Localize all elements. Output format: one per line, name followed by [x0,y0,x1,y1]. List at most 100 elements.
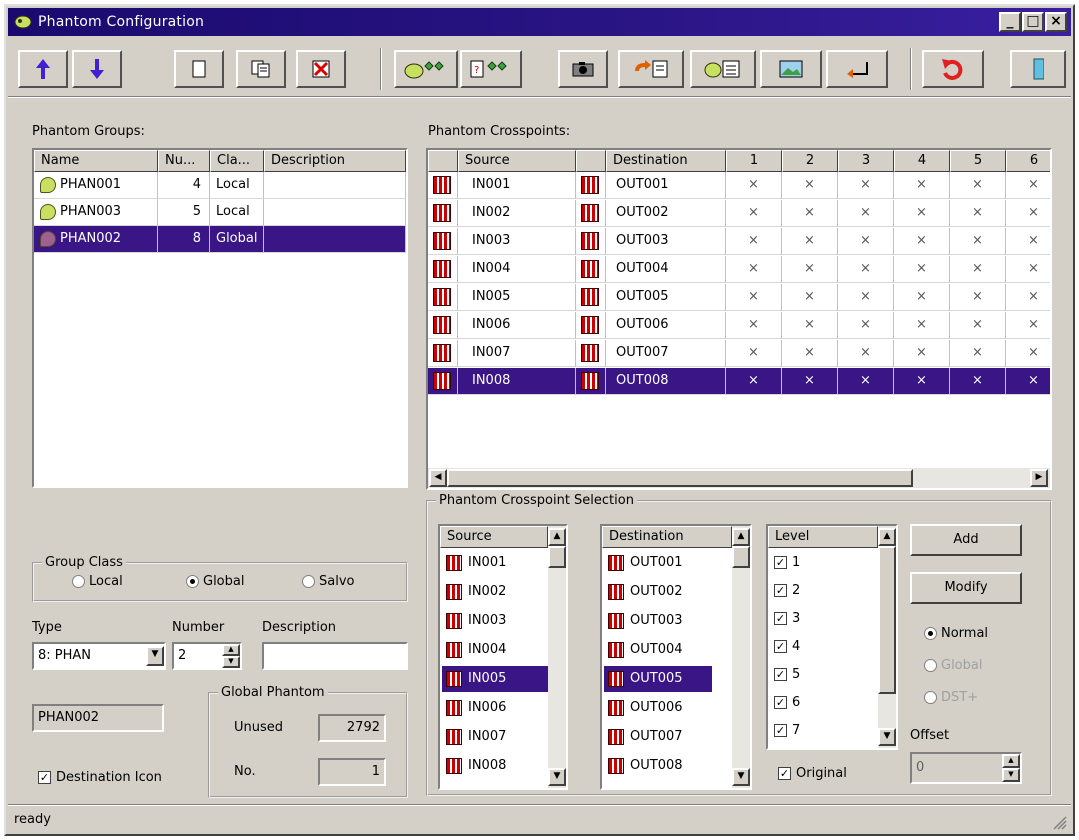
maximize-button[interactable]: □ [1022,12,1044,32]
level-mark-cell[interactable]: × [838,256,894,283]
level-mark-cell[interactable]: × [950,228,1006,255]
destination-list-item[interactable]: OUT001 [604,550,712,576]
crosspoint-row[interactable]: IN001 OUT001 × × × × × × [428,172,1050,199]
destination-list[interactable]: Destination OUT001 OUT002 OUT003 OUT004 OUT0… [600,524,752,790]
level-list-item[interactable]: ✓ 3 [770,606,876,632]
level-list-scrollbar[interactable]: ▲ ▼ [878,526,896,748]
level-mark-cell[interactable]: × [726,368,782,395]
exit-button[interactable] [1010,50,1066,88]
level-list-item[interactable]: ✓ 5 [770,662,876,688]
destination-list-scrollbar[interactable]: ▲ ▼ [732,526,750,788]
level-mark-cell[interactable]: × [782,228,838,255]
source-list-item[interactable]: IN001 [442,550,550,576]
chevron-down-icon[interactable]: ▼ [146,646,164,666]
level-mark-cell[interactable]: × [782,368,838,395]
level-mark-cell[interactable]: × [950,312,1006,339]
move-down-button[interactable] [72,50,122,88]
level-mark-cell[interactable]: × [950,284,1006,311]
source-list-item[interactable]: IN007 [442,724,550,750]
delete-button[interactable] [296,50,346,88]
destination-list-item[interactable]: OUT006 [604,695,712,721]
level-mark-cell[interactable]: × [838,368,894,395]
level-mark-cell[interactable]: × [838,200,894,227]
crosspoint-column-header[interactable] [576,150,606,172]
level-list-item[interactable]: ✓ 1 [770,550,876,576]
crosspoint-row[interactable]: IN005 OUT005 × × × × × × [428,284,1050,311]
destination-list-item[interactable]: OUT005 [604,666,712,692]
mode-radio-dst-plus[interactable]: DST+ [924,690,978,705]
destination-list-item[interactable]: OUT007 [604,724,712,750]
minimize-button[interactable]: _ [999,12,1021,32]
level-mark-cell[interactable]: × [894,340,950,367]
crosspoint-column-header[interactable] [428,150,458,172]
scroll-thumb[interactable] [732,546,750,568]
scroll-up-button[interactable]: ▲ [548,528,566,546]
offset-stepper[interactable]: 0 ▲ ▼ [910,752,1022,784]
radio-salvo[interactable]: Salvo [302,574,354,589]
level-list-item[interactable]: ✓ 7 [770,718,876,744]
column-header-description[interactable]: Description [264,150,406,172]
crosspoint-row[interactable]: IN003 OUT003 × × × × × × [428,228,1050,255]
level-mark-cell[interactable]: × [726,172,782,199]
scroll-left-button[interactable]: ◀ [429,469,447,487]
move-up-button[interactable] [18,50,68,88]
stepper-up-icon[interactable]: ▲ [1002,754,1020,768]
mode-radio-normal[interactable]: Normal [924,626,988,641]
source-list-item[interactable]: IN006 [442,695,550,721]
level-mark-cell[interactable]: × [726,228,782,255]
stepper-down-icon[interactable]: ▼ [222,656,240,668]
level-mark-cell[interactable]: × [782,284,838,311]
level-mark-cell[interactable]: × [782,256,838,283]
crosspoint-column-header[interactable]: 4 [894,150,950,172]
level-mark-cell[interactable]: × [726,256,782,283]
scroll-up-button[interactable]: ▲ [732,528,750,546]
level-mark-cell[interactable]: × [950,256,1006,283]
level-list-item[interactable]: ✓ 4 [770,634,876,660]
level-mark-cell[interactable]: × [782,312,838,339]
picture-button[interactable] [760,50,822,88]
source-list-item[interactable]: IN008 [442,753,550,779]
level-mark-cell[interactable]: × [1006,228,1050,255]
group-row[interactable]: PHAN001 4 Local [34,172,406,199]
description-input[interactable] [262,642,408,670]
level-mark-cell[interactable]: × [1006,340,1050,367]
destination-icon-checkbox[interactable]: ✓ Destination Icon [38,770,162,785]
level-list-item[interactable]: ✓ 2 [770,578,876,604]
destination-list-item[interactable]: OUT003 [604,608,712,634]
source-list-item[interactable]: IN005 [442,666,550,692]
crosspoint-column-header[interactable]: 5 [950,150,1006,172]
snapshot-button[interactable] [558,50,608,88]
crosspoint-row[interactable]: IN006 OUT006 × × × × × × [428,312,1050,339]
restore-button[interactable] [618,50,684,88]
original-checkbox[interactable]: ✓ Original [778,766,847,781]
level-mark-cell[interactable]: × [782,200,838,227]
scroll-up-button[interactable]: ▲ [878,528,896,546]
level-mark-cell[interactable]: × [950,200,1006,227]
scroll-down-button[interactable]: ▼ [548,768,566,786]
scroll-thumb[interactable] [548,546,566,568]
phantom-crosspoints-grid[interactable]: Source Destination 1 2 3 4 5 6 IN001 OUT001 × × × × ×… [426,148,1052,490]
level-mark-cell[interactable]: × [726,340,782,367]
source-list-item[interactable]: IN003 [442,608,550,634]
crosspoint-row[interactable]: IN002 OUT002 × × × × × × [428,200,1050,227]
scroll-thumb[interactable] [447,469,913,487]
new-button[interactable] [174,50,224,88]
level-list-item[interactable]: ✓ 6 [770,690,876,716]
destination-list-item[interactable]: OUT004 [604,637,712,663]
level-mark-cell[interactable]: × [950,368,1006,395]
destination-list-item[interactable]: OUT008 [604,753,712,779]
level-mark-cell[interactable]: × [894,200,950,227]
phantom-edit-button[interactable]: ? [460,50,522,88]
level-mark-cell[interactable]: × [838,228,894,255]
source-list-header[interactable]: Source [440,526,548,548]
scroll-down-button[interactable]: ▼ [732,768,750,786]
level-mark-cell[interactable]: × [838,284,894,311]
crosspoint-column-header[interactable]: 6 [1006,150,1050,172]
crosspoint-column-header[interactable]: Destination [606,150,726,172]
scroll-thumb[interactable] [878,546,896,694]
level-mark-cell[interactable]: × [894,256,950,283]
level-mark-cell[interactable]: × [894,368,950,395]
level-mark-cell[interactable]: × [726,312,782,339]
level-mark-cell[interactable]: × [950,172,1006,199]
level-mark-cell[interactable]: × [838,340,894,367]
